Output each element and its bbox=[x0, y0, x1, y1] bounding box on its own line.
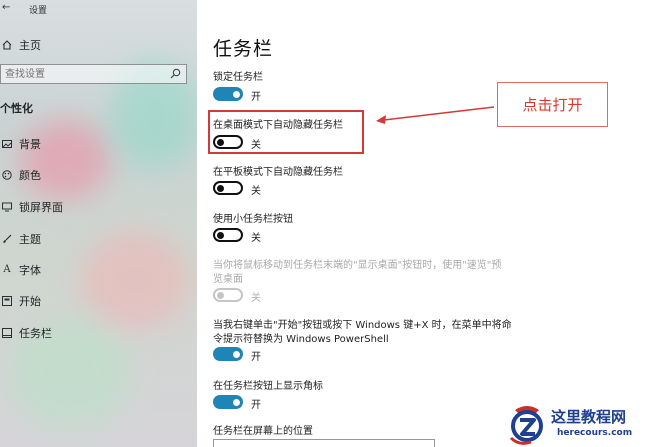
toggle-small-buttons[interactable] bbox=[213, 228, 243, 242]
background-blur bbox=[80, 230, 190, 330]
sidebar-item-label: 主题 bbox=[19, 233, 41, 246]
toggle-state: 关 bbox=[251, 186, 261, 197]
setting-label-badges: 在任务栏按钮上显示角标 bbox=[213, 381, 323, 392]
toggle-lock-taskbar[interactable] bbox=[213, 87, 243, 101]
setting-label-peek-line2: 览桌面 bbox=[213, 274, 243, 285]
watermark-url: herecours.com bbox=[557, 428, 633, 438]
sidebar-section-title: 个性化 bbox=[0, 102, 33, 115]
taskbar-icon bbox=[2, 328, 12, 338]
palette-icon bbox=[2, 170, 12, 180]
window-title: 设置 bbox=[29, 6, 48, 16]
image-icon bbox=[2, 139, 12, 149]
taskbar-position-dropdown[interactable] bbox=[213, 439, 435, 447]
toggle-state: 开 bbox=[251, 352, 261, 363]
setting-label-autohide-desktop: 在桌面模式下自动隐藏任务栏 bbox=[213, 120, 343, 131]
sidebar-item-lockscreen[interactable]: 锁屏界面 bbox=[0, 198, 63, 216]
toggle-autohide-desktop[interactable] bbox=[213, 135, 243, 149]
setting-label-powershell: 当我右键单击"开始"按钮或按下 Windows 键+X 时，在菜单中将命 bbox=[213, 320, 512, 331]
toggle-state: 关 bbox=[251, 293, 261, 304]
background-blur bbox=[20, 120, 110, 200]
search-icon[interactable] bbox=[170, 68, 181, 79]
main-content: 任务栏 锁定任务栏 开 在桌面模式下自动隐藏任务栏 关 在平板模式下自动隐藏任务… bbox=[197, 0, 653, 447]
home-icon bbox=[2, 40, 12, 50]
sidebar-item-label: 任务栏 bbox=[19, 327, 52, 340]
watermark-title: 这里教程网 bbox=[551, 408, 627, 426]
toggle-badges[interactable] bbox=[213, 395, 243, 409]
sidebar-item-label: 开始 bbox=[19, 295, 41, 308]
setting-label-small-buttons: 使用小任务栏按钮 bbox=[213, 214, 293, 225]
sidebar-item-taskbar[interactable]: 任务栏 bbox=[0, 324, 52, 342]
page-title: 任务栏 bbox=[213, 38, 274, 60]
sidebar-item-label: 颜色 bbox=[19, 169, 41, 182]
monitor-icon bbox=[2, 202, 12, 212]
sidebar-item-label: 背景 bbox=[19, 138, 41, 151]
watermark: 这里教程网 herecours.com bbox=[507, 404, 653, 447]
sidebar-item-themes[interactable]: 主题 bbox=[0, 230, 41, 248]
start-icon bbox=[2, 296, 12, 306]
toggle-knob bbox=[217, 184, 224, 192]
toggle-peek bbox=[213, 288, 243, 302]
setting-label-lock-taskbar: 锁定任务栏 bbox=[213, 72, 263, 83]
toggle-knob bbox=[233, 398, 240, 406]
watermark-logo-icon bbox=[509, 406, 543, 445]
toggle-powershell[interactable] bbox=[213, 347, 243, 361]
toggle-state: 关 bbox=[251, 140, 261, 151]
sidebar-item-home[interactable]: 主页 bbox=[0, 36, 41, 54]
back-arrow-icon[interactable]: ← bbox=[2, 2, 10, 13]
toggle-knob bbox=[217, 138, 224, 146]
setting-label-powershell-line2: 令提示符替换为 Windows PowerShell bbox=[213, 334, 389, 345]
toggle-knob bbox=[217, 231, 224, 239]
toggle-state: 关 bbox=[251, 233, 261, 244]
toggle-state: 开 bbox=[251, 400, 261, 411]
sidebar: ← 设置 主页 个性化 背景 颜色 锁屏界面 主题 A 字体 bbox=[0, 0, 197, 447]
sidebar-item-colors[interactable]: 颜色 bbox=[0, 166, 41, 184]
toggle-state: 开 bbox=[251, 92, 261, 103]
sidebar-item-label: 字体 bbox=[19, 264, 41, 277]
sidebar-item-label: 锁屏界面 bbox=[19, 201, 63, 214]
setting-label-autohide-tablet: 在平板模式下自动隐藏任务栏 bbox=[213, 167, 343, 178]
sidebar-item-background[interactable]: 背景 bbox=[0, 135, 41, 153]
annotation-arrow bbox=[376, 106, 495, 124]
sidebar-item-fonts[interactable]: A 字体 bbox=[0, 261, 41, 279]
search-input[interactable] bbox=[5, 67, 165, 81]
search-field[interactable] bbox=[0, 64, 187, 84]
setting-label-peek: 当你将鼠标移动到任务栏末端的"显示桌面"按钮时，使用"速览"预 bbox=[213, 260, 502, 271]
annotation-callout: 点击打开 bbox=[497, 82, 608, 127]
annotation-callout-text: 点击打开 bbox=[522, 96, 583, 114]
toggle-knob bbox=[233, 350, 240, 358]
sidebar-item-start[interactable]: 开始 bbox=[0, 292, 41, 310]
toggle-autohide-tablet[interactable] bbox=[213, 181, 243, 195]
setting-label-position: 任务栏在屏幕上的位置 bbox=[213, 426, 313, 437]
toggle-knob bbox=[217, 291, 224, 299]
font-icon: A bbox=[3, 264, 11, 275]
sidebar-item-label: 主页 bbox=[19, 39, 41, 52]
toggle-knob bbox=[233, 90, 240, 98]
brush-icon bbox=[2, 234, 12, 244]
